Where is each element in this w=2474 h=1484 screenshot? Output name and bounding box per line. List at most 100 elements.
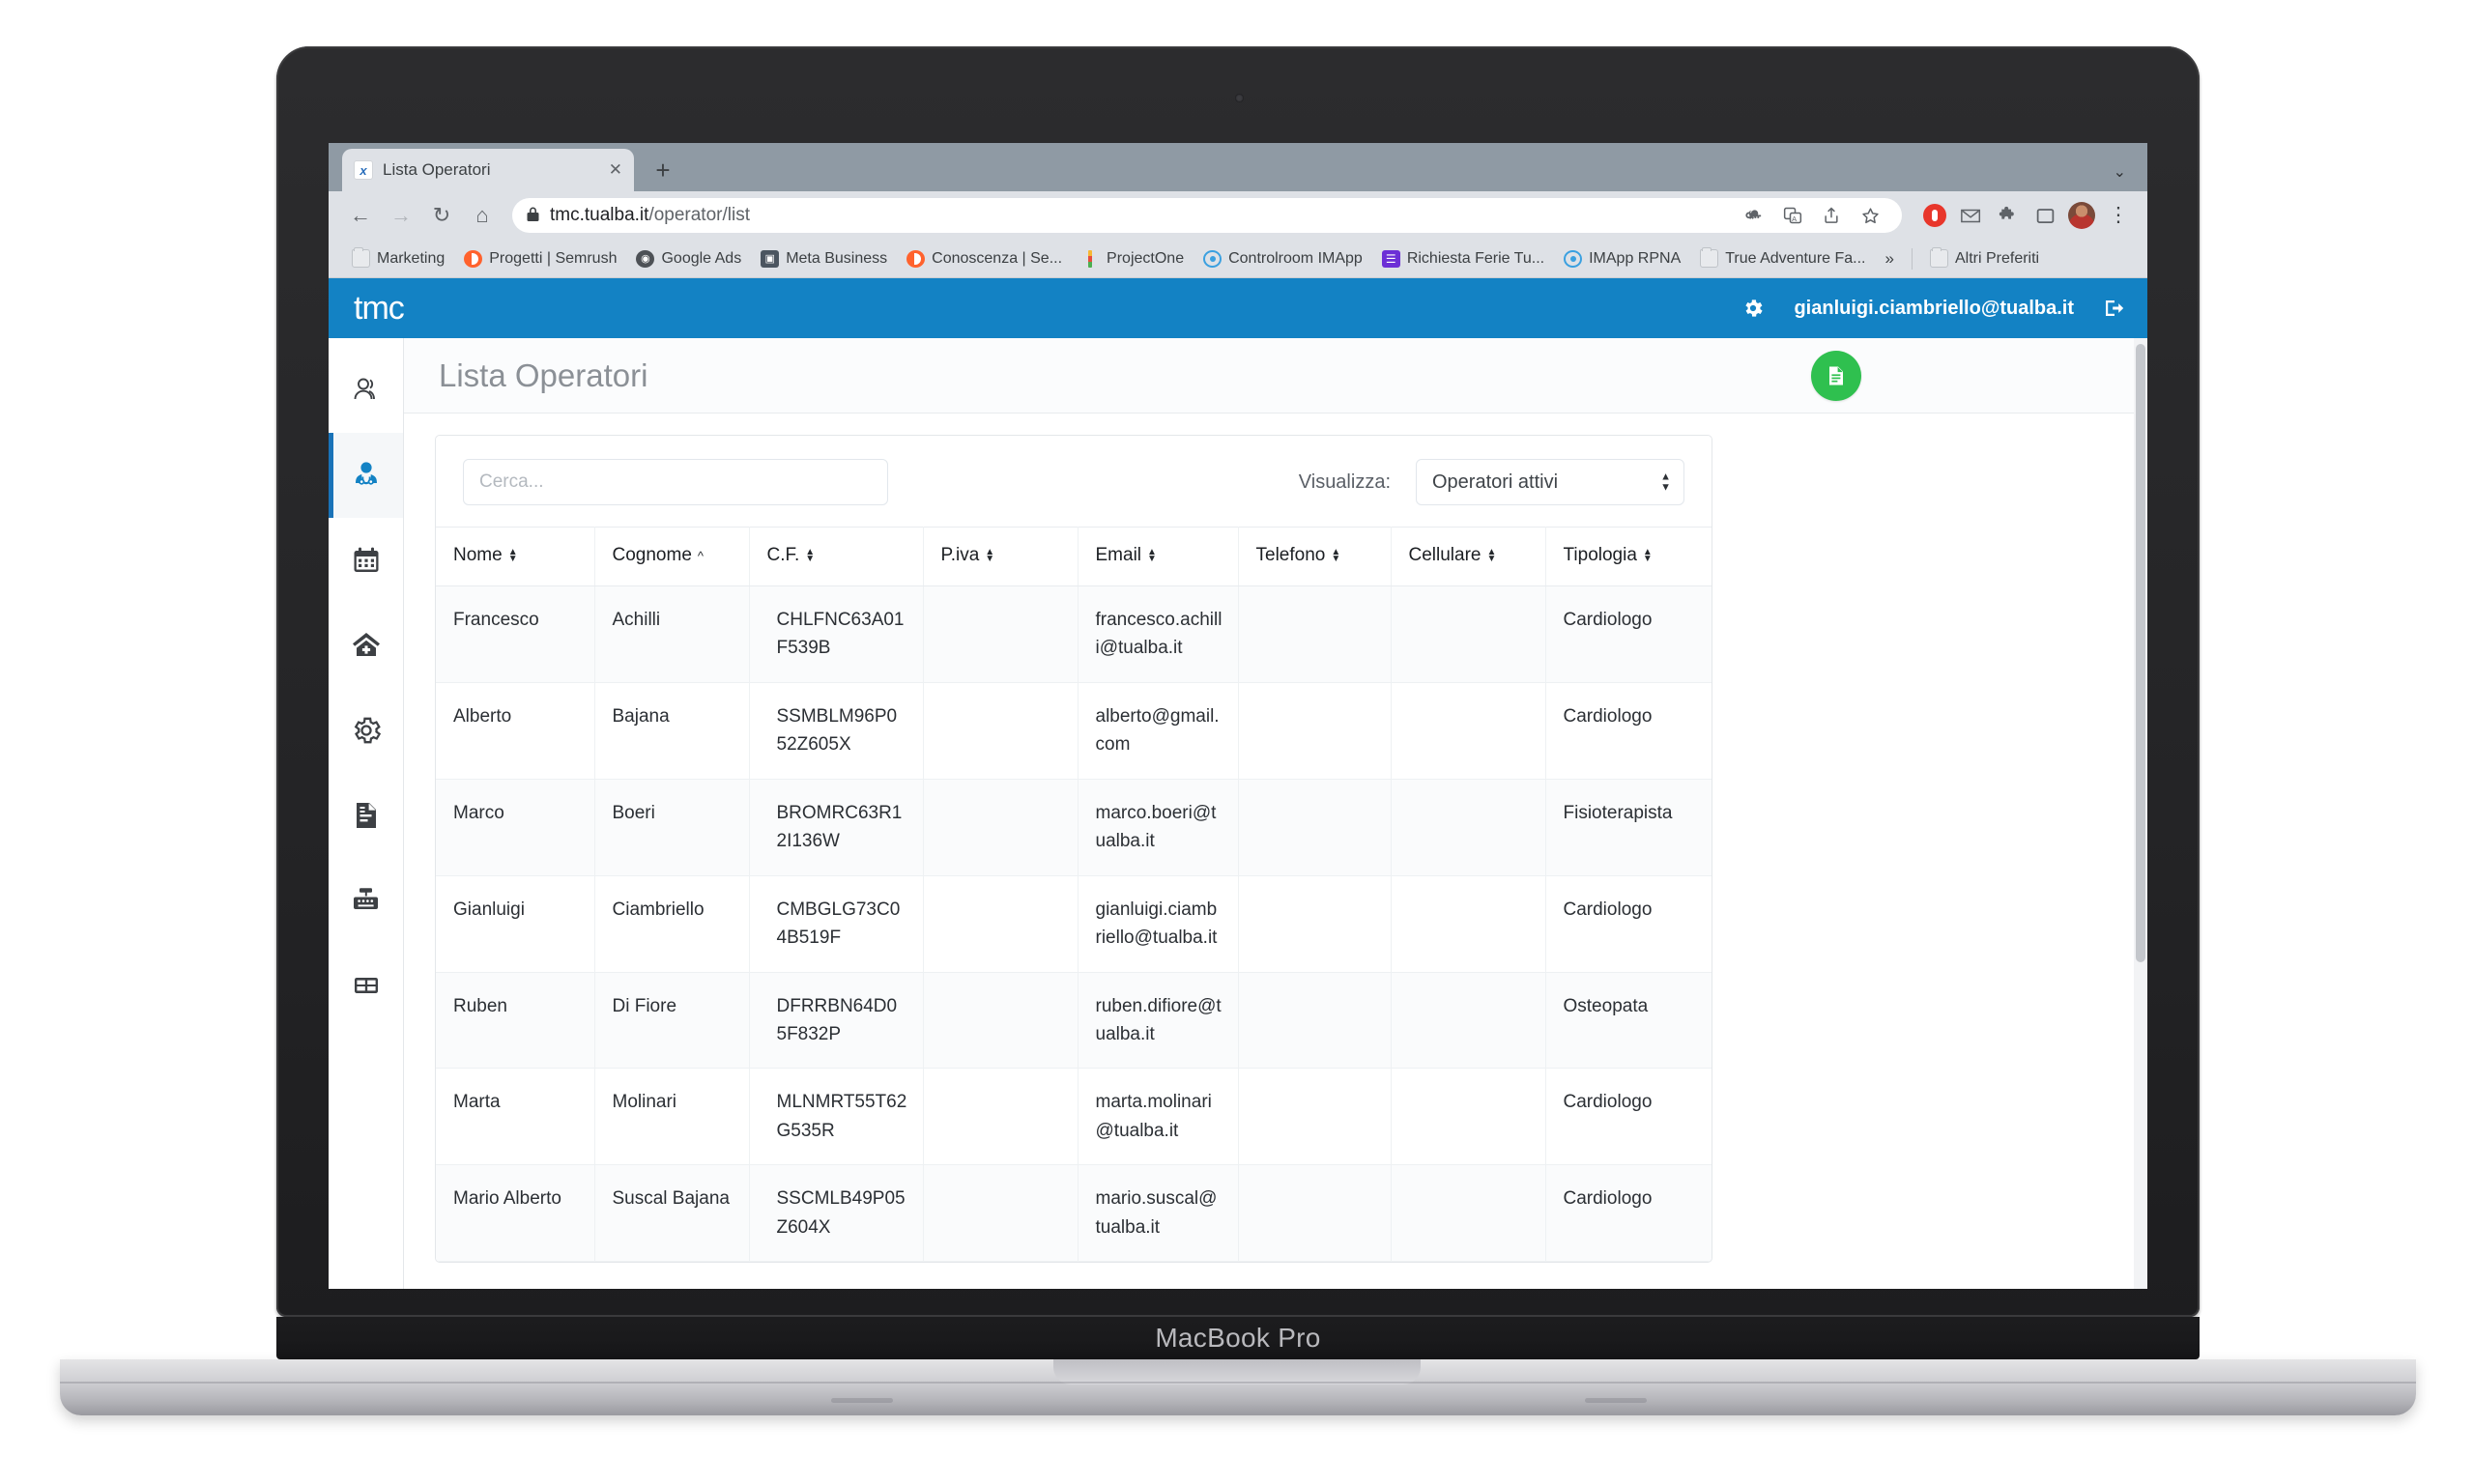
cell-telefono (1238, 585, 1392, 683)
bookmark-item[interactable]: Controlroom IMApp (1194, 244, 1372, 273)
cell-cognome: Boeri (594, 779, 750, 876)
cell-cellulare (1391, 585, 1546, 683)
address-bar[interactable]: tmc.tualba.it/operator/list A (512, 198, 1902, 233)
sidebar-item-documents[interactable] (329, 773, 403, 858)
folder-icon (1700, 247, 1719, 268)
app-header: tmc gianluigi.ciambriello@tualba.it (329, 278, 2147, 338)
visualizza-label: Visualizza: (1298, 471, 1391, 493)
column-label: C.F. (766, 545, 800, 565)
ring-icon (1203, 249, 1223, 268)
webcam-icon (1235, 94, 1244, 102)
sidebar-item-cash-register[interactable] (329, 858, 403, 943)
sidepanel-icon[interactable] (2028, 198, 2062, 233)
table-row[interactable]: Marta Molinari MLNMRT55T62G535R marta.mo… (436, 1068, 1712, 1166)
document-export-icon (1829, 366, 1843, 385)
home-icon[interactable]: ⌂ (462, 195, 503, 236)
cell-piva (923, 682, 1079, 780)
cell-telefono (1238, 682, 1392, 780)
column-header-piva[interactable]: P.iva ▲ ▼ (923, 527, 1079, 586)
browser-window: x Lista Operatori ✕ + ⌄ ← → ↻ ⌂ tmc.tual… (329, 143, 2147, 1289)
forward-icon[interactable]: → (381, 195, 421, 236)
browser-tab-active[interactable]: x Lista Operatori ✕ (342, 149, 634, 191)
url-path: /operator/list (648, 205, 750, 225)
bookmark-label: Marketing (377, 249, 446, 267)
close-tab-icon[interactable]: ✕ (609, 160, 622, 180)
app-content: Lista Operatori Cerca... Visualizza: Ope… (404, 338, 2147, 1289)
cell-piva (923, 779, 1079, 876)
new-tab-button[interactable]: + (644, 151, 682, 189)
user-email-label: gianluigi.ciambriello@tualba.it (1794, 297, 2074, 319)
bookmark-label: Meta Business (786, 249, 888, 267)
bookmark-item[interactable]: IMApp RPNA (1554, 244, 1690, 273)
table-row[interactable]: Mario Alberto Suscal Bajana SSCMLB49P05Z… (436, 1164, 1712, 1263)
puzzle-icon[interactable] (1991, 198, 2026, 233)
bookmark-item[interactable]: ▣ Meta Business (751, 244, 897, 273)
document-icon (356, 803, 376, 828)
bookmark-item[interactable]: Conoscenza | Se... (897, 244, 1072, 273)
select-stepper-icon: ▲ ▼ (1660, 471, 1671, 494)
star-icon[interactable] (1852, 197, 1888, 234)
globe-icon: ◉ (636, 249, 655, 268)
table-body: Francesco Achilli CHLFNC63A01F539B franc… (436, 585, 1712, 1263)
chevron-down-icon[interactable]: ⌄ (2114, 162, 2126, 182)
page-header: Lista Operatori (404, 338, 2147, 414)
visualizza-select[interactable]: Operatori attivi ▲ ▼ (1416, 459, 1684, 505)
sidebar-item-calendar[interactable] (329, 518, 403, 603)
bookmark-item[interactable]: ☰ Richiesta Ferie Tu... (1372, 244, 1554, 273)
column-label: Cellulare (1408, 545, 1482, 565)
cell-tipologia: Cardiologo (1545, 1164, 1712, 1263)
kebab-menu-icon[interactable]: ⋮ (2101, 198, 2136, 233)
bookmark-item[interactable]: ProjectOne (1072, 244, 1194, 273)
cell-piva (923, 1164, 1079, 1263)
cell-cellulare (1391, 779, 1546, 876)
key-icon[interactable] (1736, 197, 1772, 234)
opera-icon[interactable] (1917, 198, 1952, 233)
table-row[interactable]: Ruben Di Fiore DFRRBN64D05F832P ruben.di… (436, 972, 1712, 1070)
search-input[interactable] (463, 459, 888, 505)
column-header-tipologia[interactable]: Tipologia ▲ ▼ (1545, 527, 1712, 586)
profile-avatar[interactable] (2064, 198, 2099, 233)
page-scrollbar-thumb[interactable] (2136, 344, 2145, 962)
cell-cognome: Molinari (594, 1068, 750, 1166)
column-header-nome[interactable]: Nome ▲ ▼ (436, 527, 595, 586)
table-row[interactable]: Alberto Bajana SSMBLM96P052Z605X alberto… (436, 682, 1712, 780)
mail-icon[interactable] (1954, 198, 1989, 233)
share-icon[interactable] (1813, 197, 1850, 234)
column-header-cellulare[interactable]: Cellulare ▲ ▼ (1391, 527, 1546, 586)
column-header-cf[interactable]: C.F. ▲ ▼ (749, 527, 924, 586)
cell-nome: Gianluigi (436, 875, 595, 973)
page-scrollbar[interactable] (2134, 338, 2147, 1289)
column-header-telefono[interactable]: Telefono ▲ ▼ (1238, 527, 1392, 586)
sidebar-item-clinic[interactable] (329, 603, 403, 688)
bookmark-label: Controlroom IMApp (1228, 249, 1363, 267)
sidebar-item-settings[interactable] (329, 688, 403, 773)
laptop-case-seam (60, 1382, 2416, 1384)
reload-icon[interactable]: ↻ (421, 195, 462, 236)
sidebar-item-operators[interactable] (329, 433, 403, 518)
cell-cognome: Di Fiore (594, 972, 750, 1070)
export-document-button[interactable] (1811, 350, 1861, 401)
bookmark-item[interactable]: ◉ Google Ads (626, 244, 751, 273)
translate-icon[interactable]: A (1774, 197, 1811, 234)
other-bookmarks-button[interactable]: Altri Preferiti (1920, 244, 2049, 273)
bookmarks-overflow-button[interactable]: » (1876, 249, 1904, 269)
table-row[interactable]: Gianluigi Ciambriello CMBGLG73C04B519F g… (436, 875, 1712, 973)
cell-email: alberto@gmail.com (1078, 682, 1239, 780)
cell-cf: SSCMLB49P05Z604X (749, 1164, 924, 1263)
table-row[interactable]: Francesco Achilli CHLFNC63A01F539B franc… (436, 585, 1712, 683)
bookmark-item[interactable]: Marketing (342, 244, 454, 273)
sidebar-item-tables[interactable] (329, 943, 403, 1028)
tab-title: Lista Operatori (383, 160, 491, 179)
logout-icon[interactable] (2103, 298, 2126, 319)
bookmark-item[interactable]: Progetti | Semrush (454, 244, 626, 273)
column-header-cognome[interactable]: Cognome ^ (594, 527, 750, 586)
cell-cognome: Achilli (594, 585, 750, 683)
app-logo[interactable]: tmc (354, 290, 405, 328)
column-header-email[interactable]: Email ▲ ▼ (1078, 527, 1239, 586)
bookmark-item[interactable]: True Adventure Fa... (1690, 244, 1875, 273)
cell-telefono (1238, 972, 1392, 1070)
back-icon[interactable]: ← (340, 195, 381, 236)
gear-icon[interactable] (1741, 297, 1765, 320)
table-row[interactable]: Marco Boeri BROMRC63R12I136W marco.boeri… (436, 779, 1712, 876)
sidebar-item-users[interactable] (329, 348, 403, 433)
